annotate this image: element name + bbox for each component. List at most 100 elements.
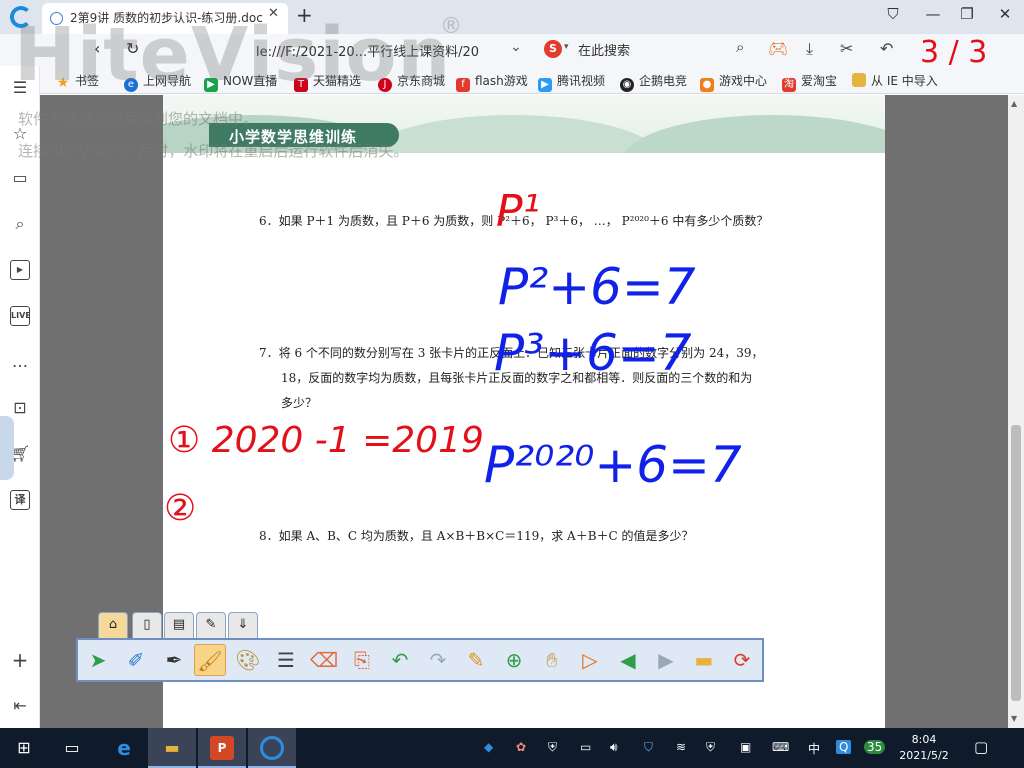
document-page: 小学数学思维训练 6．如果 P＋1 为质数，且 P＋6 为质数，则 P²＋6， …: [163, 95, 885, 728]
previous-page-icon[interactable]: ◀: [612, 644, 644, 676]
left-sidebar: ☰ ☆ ▭ ⌕ ▶ LIVE … ⊡ 🛒︎ 译 + ⇤: [0, 66, 40, 728]
windows-start-icon[interactable]: ⊞: [12, 736, 36, 760]
edit-note-icon[interactable]: ✎: [460, 644, 492, 676]
sidebar-expand-handle[interactable]: [0, 416, 14, 480]
clock-time: 8:04: [911, 733, 937, 746]
clock-date: 2021/5/2: [899, 749, 949, 762]
translate-icon[interactable]: 译: [10, 490, 30, 510]
ime-language[interactable]: 中: [808, 740, 820, 757]
flower-tray-icon[interactable]: ✿: [516, 740, 526, 754]
taskbar-powerpoint[interactable]: P: [198, 728, 246, 768]
taskbar-browser[interactable]: [248, 728, 296, 768]
hitevision-watermark-logo: HiteVision: [14, 12, 452, 98]
eraser-icon[interactable]: ⌫: [308, 644, 340, 676]
watermark-line-2: 连接HiteVision产品时，水印将在重启后运行软件后消失。: [18, 142, 409, 160]
question-7-line-3: 多少？: [281, 396, 318, 410]
shirt-skin-icon[interactable]: ⛉: [878, 5, 908, 23]
scroll-thumb[interactable]: [1011, 425, 1021, 701]
volume-icon[interactable]: 🔊︎: [610, 740, 618, 755]
search-icon[interactable]: ⌕: [10, 214, 30, 234]
brush-pen-icon[interactable]: ✒: [158, 644, 190, 676]
vertical-scrollbar[interactable]: ▲ ▼: [1008, 95, 1024, 728]
url-dropdown-icon[interactable]: ⌄: [510, 39, 522, 55]
app-tray-icon[interactable]: ◆: [484, 740, 493, 754]
question-6: 6．如果 P＋1 为质数，且 P＋6 为质数，则 P²＋6， P³＋6， …， …: [259, 214, 769, 228]
import-tab-icon[interactable]: ⇓: [228, 612, 258, 638]
chat-icon[interactable]: …: [10, 352, 30, 372]
gamepad-icon[interactable]: 🎮︎: [768, 39, 788, 58]
wifi-icon[interactable]: ≋: [676, 740, 686, 754]
monitor-icon[interactable]: ▣: [740, 740, 751, 754]
minimize-button[interactable]: —: [918, 5, 948, 23]
redo-icon[interactable]: ↷: [422, 644, 454, 676]
browser-icon: [260, 736, 284, 760]
collapse-sidebar-icon[interactable]: ⇤: [10, 696, 30, 716]
watermark-line-1: 软件不会将水印保存到您的文档中。: [18, 110, 259, 128]
download-icon[interactable]: ⤓: [806, 39, 813, 59]
ie-icon: e: [117, 736, 131, 760]
scroll-up-arrow-icon[interactable]: ▲: [1011, 99, 1017, 108]
search-input[interactable]: S ▾ 在此搜索 ⌕: [544, 38, 764, 62]
question-7-line-2: 18，反面的数字均为质数，且每张卡片正反面的数字之和都相等．则反面的三个数的和为: [281, 371, 753, 385]
bookmark-item[interactable]: ◉ 企鹅电竞: [620, 72, 687, 92]
question-7-line-1: 7．将 6 个不同的数分别写在 3 张卡片的正反面上．已知三张卡片正面的数字分别…: [259, 346, 764, 360]
line-style-icon[interactable]: ☰: [270, 644, 302, 676]
flash-icon: f: [456, 78, 470, 92]
add-page-icon[interactable]: ⊕: [498, 644, 530, 676]
next-page-icon[interactable]: ▶: [650, 644, 682, 676]
search-placeholder: 在此搜索: [578, 44, 631, 59]
search-engine-dropdown-icon[interactable]: ▾: [564, 42, 569, 52]
powerpoint-icon: P: [210, 736, 234, 760]
penguin-icon: ◉: [620, 78, 634, 92]
video-icon: ▶: [538, 78, 552, 92]
video-icon[interactable]: ▶: [10, 260, 30, 280]
task-view-icon[interactable]: ▭: [60, 736, 84, 760]
taskbar-ie[interactable]: e: [100, 728, 148, 768]
play-page-icon[interactable]: ▷: [574, 644, 606, 676]
undo-history-icon[interactable]: ↶: [880, 39, 893, 58]
sogou-search-icon: S: [544, 40, 562, 58]
bookmark-item[interactable]: ▶ 腾讯视频: [538, 72, 605, 92]
folder-icon: [852, 73, 866, 87]
defender-icon[interactable]: ⛨: [706, 740, 715, 755]
keyboard-icon[interactable]: ⌨: [772, 740, 789, 754]
bookmark-item[interactable]: 从 IE 中导入: [852, 72, 938, 89]
clock[interactable]: 8:04 2021/5/2: [894, 732, 954, 764]
clear-page-icon[interactable]: ⎘: [346, 644, 378, 676]
hand-roam-icon[interactable]: ✋︎: [536, 644, 568, 676]
scissors-icon[interactable]: ✂: [840, 39, 853, 58]
search-icon[interactable]: ⌕: [736, 38, 744, 56]
home-tab-icon[interactable]: ⌂: [98, 612, 128, 638]
palette-icon[interactable]: 🎨︎: [232, 644, 264, 676]
folder-icon[interactable]: ▬: [688, 644, 720, 676]
shield-tray-icon[interactable]: ⛨: [548, 740, 557, 755]
action-center-icon[interactable]: ▢: [974, 738, 988, 756]
close-window-button[interactable]: ✕: [990, 5, 1020, 23]
undo-icon[interactable]: ↶: [384, 644, 416, 676]
scroll-down-arrow-icon[interactable]: ▼: [1011, 714, 1017, 723]
pen-ruler-icon[interactable]: ✐: [120, 644, 152, 676]
taobao-icon: 淘: [782, 78, 796, 92]
maximize-button[interactable]: ❐: [952, 5, 982, 23]
highlighter-brush-icon[interactable]: 🖌︎: [194, 644, 226, 676]
book-icon[interactable]: ▭: [10, 168, 30, 188]
security-icon[interactable]: ⛉: [644, 740, 653, 755]
folder-icon: ▬: [164, 738, 180, 757]
battery-icon[interactable]: ▭: [580, 740, 591, 754]
bookmark-item[interactable]: ● 游戏中心: [700, 72, 767, 92]
hitevision-toolbar: ➤ ✐ ✒ 🖌︎ 🎨︎ ☰ ⌫ ⎘ ↶ ↷ ✎ ⊕ ✋︎ ▷ ◀ ▶ ▬ ⟳: [76, 638, 764, 682]
q-tray-icon[interactable]: Q: [836, 740, 852, 754]
select-arrow-icon[interactable]: ➤: [82, 644, 114, 676]
live-icon[interactable]: LIVE: [10, 306, 31, 326]
bag-icon[interactable]: ⊡: [10, 398, 30, 418]
bookmark-item[interactable]: f flash游戏: [456, 72, 528, 92]
bookmark-item[interactable]: 淘爱淘宝: [782, 72, 837, 92]
notification-count-badge[interactable]: 35: [864, 740, 886, 754]
taskbar-file-explorer[interactable]: ▬: [148, 728, 196, 768]
windows-taskbar: ⊞ ▭ e ▬ P ◆ ✿ ⛨ ▭ 🔊︎ ⛉ ≋ ⛨ ▣ ⌨ 中 Q 35 8:…: [0, 728, 1024, 768]
switch-mode-icon[interactable]: ⟳: [726, 644, 758, 676]
open-file-tab-icon[interactable]: ▤: [164, 612, 194, 638]
pen-holder-tab-icon[interactable]: ✎: [196, 612, 226, 638]
page-tab-icon[interactable]: ▯: [132, 612, 162, 638]
add-icon[interactable]: +: [10, 650, 30, 670]
